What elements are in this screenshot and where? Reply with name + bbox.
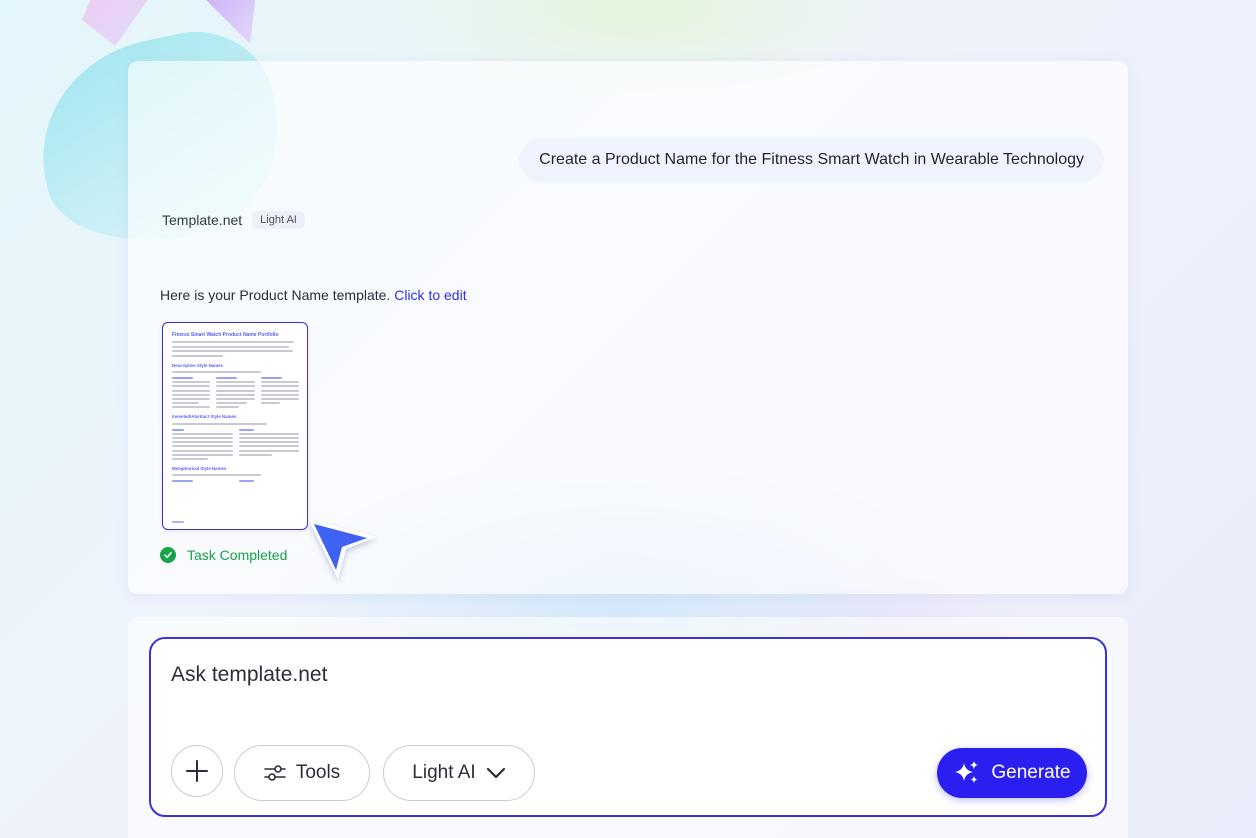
composer-panel: Tools Light AI Generate (128, 617, 1128, 838)
document-thumbnail[interactable]: Fitness Smart Watch Product Name Portfol… (162, 322, 308, 530)
document-section-heading: Invented/Abstract Style Names (172, 414, 237, 420)
model-select[interactable]: Light AI (383, 745, 535, 801)
assistant-name: Template.net (162, 212, 243, 228)
task-status: Task Completed (160, 547, 287, 563)
click-to-edit-link[interactable]: Click to edit (394, 287, 466, 303)
composer-box: Tools Light AI Generate (149, 637, 1107, 817)
generate-label: Generate (991, 762, 1071, 783)
cursor-arrow-icon (308, 519, 376, 579)
generate-button[interactable]: Generate (937, 748, 1087, 798)
sliders-icon (264, 765, 286, 781)
plus-icon (186, 760, 208, 782)
sparkles-icon (955, 761, 979, 783)
model-badge: Light AI (252, 211, 305, 229)
assistant-response: Here is your Product Name template. Clic… (160, 287, 467, 303)
document-section-heading: Descriptive Style Names (172, 362, 224, 368)
user-message-text: Create a Product Name for the Fitness Sm… (539, 151, 1084, 168)
decorative-shape (82, 0, 148, 46)
decorative-shape (198, 0, 256, 44)
chevron-down-icon (486, 767, 505, 779)
tools-button[interactable]: Tools (234, 745, 370, 801)
chat-panel: Create a Product Name for the Fitness Sm… (128, 61, 1128, 594)
tools-label: Tools (295, 762, 341, 783)
document-title: Fitness Smart Watch Product Name Portfol… (172, 332, 279, 338)
check-circle-icon (160, 547, 176, 563)
assistant-header: Template.net Light AI (162, 211, 305, 229)
user-message-bubble: Create a Product Name for the Fitness Sm… (519, 138, 1104, 182)
response-text: Here is your Product Name template. (160, 287, 391, 303)
add-button[interactable] (171, 745, 223, 797)
task-status-text: Task Completed (187, 547, 288, 563)
prompt-input[interactable] (171, 663, 1071, 687)
model-select-label: Light AI (412, 762, 476, 783)
document-section-heading: Metaphorical Style Names (172, 465, 227, 471)
